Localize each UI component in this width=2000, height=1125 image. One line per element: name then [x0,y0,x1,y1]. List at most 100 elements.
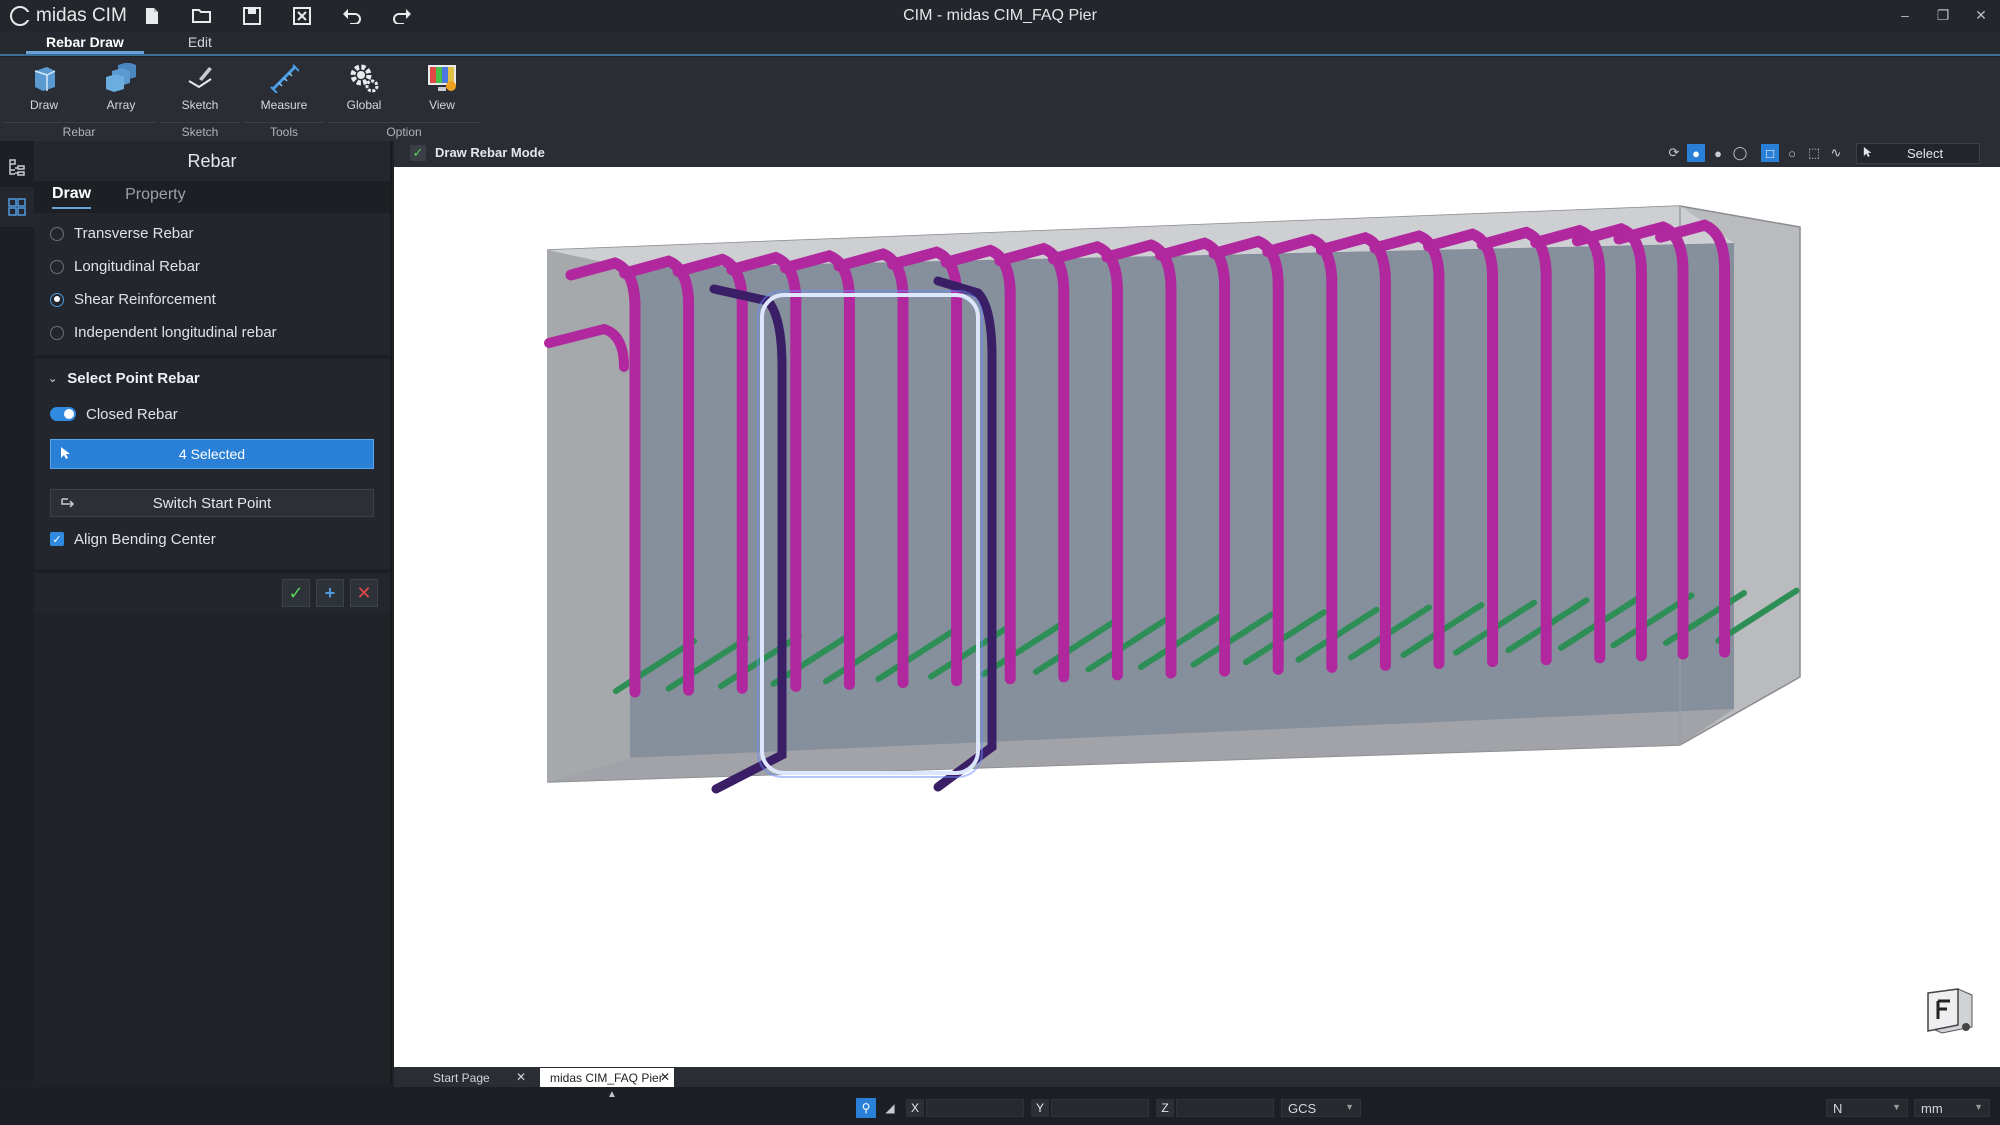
quick-access-toolbar [140,4,414,28]
select-point-header[interactable]: ⌄ Select Point Rebar [34,359,390,397]
save-icon[interactable] [240,4,264,28]
align-bending-checkbox[interactable]: ✓ [50,532,64,546]
radio-longitudinal-rebar[interactable]: Longitudinal Rebar [34,250,390,283]
z-label: Z [1156,1099,1174,1117]
align-bending-label: Align Bending Center [74,530,216,548]
open-folder-icon[interactable] [190,4,214,28]
ribbon-group-sketch: Sketch Sketch [160,57,240,141]
closed-rebar-row: Closed Rebar [34,397,390,431]
measure-tool-button[interactable]: Measure [254,61,314,121]
radio-button[interactable] [50,226,64,241]
ribbon: Draw Array Rebar Sketch Sketch Measure T… [0,57,2000,141]
mode-check-icon[interactable]: ✓ [410,145,426,161]
radio-button[interactable] [50,259,64,274]
view-cube-icon[interactable] [1922,987,1976,1035]
wireframe-icon[interactable]: ◯ [1731,144,1749,162]
radio-label: Shear Reinforcement [74,291,216,308]
switch-start-point-button[interactable]: Switch Start Point [50,489,374,517]
solid-icon[interactable]: ● [1709,144,1727,162]
select-mode-label: Select [1907,146,1944,161]
panel-action-bar: ✓ + ✕ [34,573,390,613]
force-unit-value: N [1833,1100,1843,1116]
draw-tool-button[interactable]: Draw [14,61,74,121]
sketch-icon [183,61,217,95]
radio-button[interactable] [50,325,64,340]
array-tool-button[interactable]: Array [91,61,151,121]
tab-rebar-draw[interactable]: Rebar Draw [26,32,144,54]
measure-icon [267,61,301,95]
chevron-down-icon[interactable]: ⌄ [48,372,57,385]
sketch-tool-button[interactable]: Sketch [170,61,230,121]
grid-snap-icon[interactable]: ◢ [880,1098,900,1118]
draw-icon [27,61,61,95]
shaded-icon[interactable]: ● [1687,144,1705,162]
app-logo: midas CIM [0,5,132,27]
align-bending-row[interactable]: ✓ Align Bending Center [34,517,390,561]
x-coord-input[interactable] [926,1099,1024,1117]
view-tool-button[interactable]: View [412,61,472,121]
freehand-select-icon[interactable]: ∿ [1827,144,1845,162]
y-coord-input[interactable] [1051,1099,1149,1117]
doc-tab-start-page[interactable]: Start Page ✕ [414,1068,530,1087]
rotate-view-icon[interactable]: ⟳ [1665,144,1683,162]
radio-button-selected[interactable] [50,292,64,307]
tab-property[interactable]: Property [125,186,185,208]
box-select-icon[interactable]: □ [1761,144,1779,162]
panel-title: Rebar [34,141,390,181]
add-plus-icon[interactable]: + [316,579,344,607]
close-file-icon[interactable] [290,4,314,28]
apply-check-icon[interactable]: ✓ [282,579,310,607]
new-file-icon[interactable] [140,4,164,28]
doc-tab-pier[interactable]: midas CIM_FAQ Pier ✕ [540,1068,674,1087]
radio-shear-reinforcement[interactable]: Shear Reinforcement [34,283,390,316]
tab-draw[interactable]: Draw [52,185,92,209]
gear-icon [347,61,381,95]
global-tool-button[interactable]: Global [334,61,394,121]
doc-tab-label: midas CIM_FAQ Pier [550,1070,663,1085]
close-tab-icon[interactable]: ✕ [660,1070,670,1084]
left-icon-strip [0,141,34,1084]
status-bar: ▲ ⚲ ◢ X Y Z GCS ▼ N ▼ mm ▼ [0,1087,2000,1125]
undo-icon[interactable] [340,4,364,28]
snap-icon[interactable]: ⚲ [856,1098,876,1118]
draw-panel-icon[interactable] [0,187,34,227]
ribbon-group-label-sketch: Sketch [160,122,240,139]
ribbon-group-option: Global View Option [328,57,480,141]
document-tabs: Start Page ✕ midas CIM_FAQ Pier ✕ [394,1067,2000,1087]
rebar-3d-scene[interactable] [394,167,2000,1067]
rebar-panel: Rebar Draw Property Transverse Rebar Lon… [34,141,392,1084]
redo-icon[interactable] [390,4,414,28]
select-mode-dropdown[interactable]: Select [1856,143,1980,164]
title-bar: midas CIM CIM - midas CIM_FAQ Pier – ❐ ✕ [0,0,2000,32]
select-point-section: ⌄ Select Point Rebar Closed Rebar 4 Sele… [34,359,390,573]
ribbon-group-rebar: Draw Array Rebar [2,57,156,141]
close-icon[interactable]: ✕ [1962,0,2000,30]
length-unit-dropdown[interactable]: mm ▼ [1914,1099,1990,1117]
tab-edit[interactable]: Edit [168,32,232,54]
ribbon-group-label-option: Option [328,122,480,139]
closed-rebar-toggle[interactable] [50,407,76,421]
logo-text: midas CIM [36,5,127,26]
force-unit-dropdown[interactable]: N ▼ [1826,1099,1908,1117]
3d-viewport[interactable] [394,167,2000,1067]
caret-up-icon[interactable]: ▲ [607,1089,617,1100]
radio-label: Longitudinal Rebar [74,258,200,275]
select-rebar-button[interactable]: 4 Selected [50,439,374,469]
radio-transverse-rebar[interactable]: Transverse Rebar [34,217,390,250]
minimize-icon[interactable]: – [1886,0,1924,30]
z-coord-input[interactable] [1176,1099,1274,1117]
poly-select-icon[interactable]: ⬚ [1805,144,1823,162]
window-controls: – ❐ ✕ [1886,0,2000,32]
radio-independent-longitudinal[interactable]: Independent longitudinal rebar [34,316,390,349]
doc-tab-label: Start Page [433,1070,490,1085]
restore-icon[interactable]: ❐ [1924,0,1962,30]
tree-view-icon[interactable] [0,147,34,187]
circle-select-icon[interactable]: ○ [1783,144,1801,162]
select-point-heading: Select Point Rebar [67,369,200,387]
coord-system-dropdown[interactable]: GCS ▼ [1281,1099,1361,1117]
pointer-icon [60,446,72,463]
cancel-x-icon[interactable]: ✕ [350,579,378,607]
close-tab-icon[interactable]: ✕ [516,1070,526,1084]
ribbon-tabs: Rebar Draw Edit [0,32,2000,56]
measure-tool-label: Measure [260,98,308,112]
